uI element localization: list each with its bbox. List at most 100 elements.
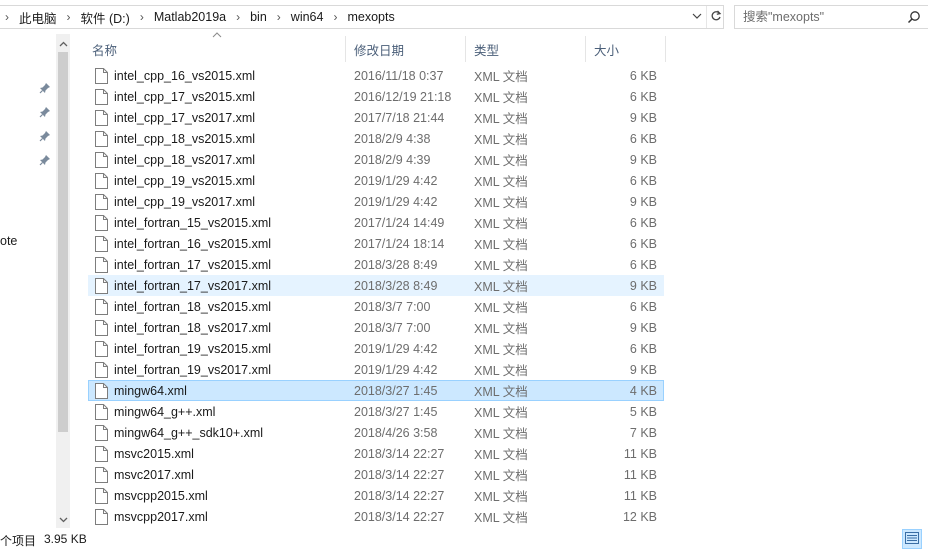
- pin-icon[interactable]: [39, 82, 51, 94]
- file-modified-date: 2018/2/9 4:39: [354, 152, 431, 167]
- file-modified-date: 2018/4/26 3:58: [354, 425, 438, 440]
- file-type: XML 文档: [474, 364, 528, 378]
- address-history-dropdown[interactable]: [688, 6, 706, 28]
- breadcrumb-item[interactable]: mexopts: [342, 6, 399, 28]
- file-name: intel_fortran_15_vs2015.xml: [114, 215, 272, 230]
- file-modified-date: 2019/1/29 4:42: [354, 194, 438, 209]
- breadcrumb-separator-icon[interactable]: ›: [0, 6, 14, 28]
- search-input[interactable]: [735, 7, 905, 27]
- file-type: XML 文档: [474, 490, 528, 504]
- column-header-name[interactable]: 名称: [84, 36, 346, 62]
- file-type: XML 文档: [474, 385, 528, 399]
- document-icon: [95, 320, 108, 336]
- breadcrumb-item[interactable]: 此电脑: [14, 6, 62, 28]
- pin-icon[interactable]: [39, 154, 51, 166]
- file-row[interactable]: intel_cpp_18_vs2015.xml 2018/2/9 4:38 XML …: [88, 128, 664, 149]
- file-row[interactable]: intel_fortran_19_vs2017.xml 2019/1/29 4:4…: [88, 359, 664, 380]
- file-row[interactable]: intel_fortran_16_vs2015.xml 2017/1/24 18:…: [88, 233, 664, 254]
- file-type: XML 文档: [474, 133, 528, 147]
- file-row[interactable]: intel_fortran_17_vs2017.xml 2018/3/28 8:4…: [88, 275, 664, 296]
- file-row[interactable]: intel_fortran_17_vs2015.xml 2018/3/28 8:4…: [88, 254, 664, 275]
- search-icon[interactable]: [907, 10, 921, 24]
- file-row[interactable]: intel_cpp_16_vs2015.xml 2016/11/18 0:37 XM…: [88, 65, 664, 86]
- breadcrumb-item[interactable]: 软件 (D:): [76, 6, 135, 28]
- breadcrumb-item[interactable]: bin: [245, 6, 272, 28]
- file-size: 6 KB: [629, 341, 657, 356]
- file-size: 6 KB: [629, 89, 657, 104]
- file-type: XML 文档: [474, 259, 528, 273]
- file-row[interactable]: intel_fortran_19_vs2015.xml 2019/1/29 4:4…: [88, 338, 664, 359]
- file-size: 9 KB: [629, 194, 657, 209]
- file-row[interactable]: msvc2015.xml 2018/3/14 22:27 XML 文档 11 KB: [88, 443, 664, 464]
- file-modified-date: 2018/3/14 22:27: [354, 446, 445, 461]
- file-row[interactable]: intel_cpp_19_vs2015.xml 2019/1/29 4:42 XML…: [88, 170, 664, 191]
- file-type: XML 文档: [474, 511, 528, 525]
- file-size: 9 KB: [629, 278, 657, 293]
- breadcrumb-item[interactable]: Matlab2019a: [149, 6, 231, 28]
- search-box: [734, 5, 928, 29]
- breadcrumb-separator-icon[interactable]: ›: [328, 6, 342, 28]
- file-size: 6 KB: [629, 236, 657, 251]
- file-row[interactable]: mingw64_g++_sdk10+.xml 2018/4/26 3:58 XML …: [88, 422, 664, 443]
- file-name: mingw64.xml: [114, 383, 187, 398]
- file-size: 12 KB: [622, 509, 657, 524]
- nav-pane-scrollbar[interactable]: [56, 34, 70, 528]
- scroll-up-arrow[interactable]: [56, 36, 70, 52]
- breadcrumb-separator-icon[interactable]: ›: [62, 6, 76, 28]
- file-type: XML 文档: [474, 91, 528, 105]
- file-modified-date: 2018/2/9 4:38: [354, 131, 431, 146]
- column-header-type[interactable]: 类型: [466, 36, 586, 62]
- column-headers: 名称 修改日期 类型 大小: [84, 32, 668, 62]
- file-row[interactable]: msvcpp2015.xml 2018/3/14 22:27 XML 文档 11 KB: [88, 485, 664, 506]
- file-row[interactable]: intel_fortran_18_vs2017.xml 2018/3/7 7:00…: [88, 317, 664, 338]
- file-row[interactable]: msvcpp2017.xml 2018/3/14 22:27 XML 文档 12 KB: [88, 506, 664, 527]
- breadcrumb-separator-icon[interactable]: ›: [135, 6, 149, 28]
- file-row[interactable]: msvc2017.xml 2018/3/14 22:27 XML 文档 11 KB: [88, 464, 664, 485]
- file-row[interactable]: intel_fortran_15_vs2015.xml 2017/1/24 14:…: [88, 212, 664, 233]
- refresh-button[interactable]: [706, 6, 724, 28]
- scroll-down-arrow[interactable]: [56, 512, 70, 528]
- file-type: XML 文档: [474, 406, 528, 420]
- file-modified-date: 2018/3/14 22:27: [354, 488, 445, 503]
- file-row[interactable]: intel_fortran_18_vs2015.xml 2018/3/7 7:00…: [88, 296, 664, 317]
- file-row[interactable]: intel_cpp_18_vs2017.xml 2018/2/9 4:39 XML …: [88, 149, 664, 170]
- refresh-icon: [710, 9, 722, 25]
- document-icon: [95, 509, 108, 525]
- file-row[interactable]: intel_cpp_17_vs2017.xml 2017/7/18 21:44 XM…: [88, 107, 664, 128]
- nav-item-label[interactable]: ote: [0, 234, 17, 248]
- document-icon: [95, 68, 108, 84]
- file-row[interactable]: intel_cpp_19_vs2017.xml 2019/1/29 4:42 XML…: [88, 191, 664, 212]
- chevron-down-icon: [692, 10, 702, 24]
- document-icon: [95, 362, 108, 378]
- large-icons-view-button[interactable]: [922, 529, 928, 549]
- file-size: 4 KB: [629, 383, 657, 398]
- scroll-thumb[interactable]: [58, 52, 68, 432]
- file-modified-date: 2019/1/29 4:42: [354, 173, 438, 188]
- file-name: intel_fortran_17_vs2017.xml: [114, 278, 272, 293]
- file-row[interactable]: mingw64.xml 2018/3/27 1:45 XML 文档 4 KB: [88, 380, 664, 401]
- file-type: XML 文档: [474, 217, 528, 231]
- file-modified-date: 2018/3/27 1:45: [354, 404, 438, 419]
- file-name: intel_cpp_19_vs2015.xml: [114, 173, 256, 188]
- file-size: 11 KB: [623, 446, 657, 461]
- breadcrumb-separator-icon[interactable]: ›: [231, 6, 245, 28]
- breadcrumb: › 此电脑 › 软件 (D:) › Matlab2019a › bin › win64 › mexop…: [0, 6, 400, 28]
- column-header-date[interactable]: 修改日期: [346, 36, 466, 62]
- column-header-size[interactable]: 大小: [586, 36, 666, 62]
- file-name: intel_fortran_19_vs2015.xml: [114, 341, 272, 356]
- details-view-button[interactable]: [902, 529, 922, 549]
- file-modified-date: 2017/1/24 14:49: [354, 215, 445, 230]
- address-bar[interactable]: › 此电脑 › 软件 (D:) › Matlab2019a › bin › win64 › mexop…: [0, 5, 724, 29]
- file-size: 5 KB: [629, 404, 657, 419]
- pin-icon[interactable]: [39, 130, 51, 142]
- breadcrumb-item[interactable]: win64: [286, 6, 329, 28]
- column-header-name-label: 名称: [92, 43, 118, 58]
- column-header-size-label: 大小: [594, 43, 620, 58]
- breadcrumb-separator-icon[interactable]: ›: [272, 6, 286, 28]
- file-type: XML 文档: [474, 427, 528, 441]
- pin-icon[interactable]: [39, 106, 51, 118]
- file-row[interactable]: mingw64_g++.xml 2018/3/27 1:45 XML 文档 5 KB: [88, 401, 664, 422]
- file-modified-date: 2018/3/28 8:49: [354, 278, 438, 293]
- file-row[interactable]: intel_cpp_17_vs2015.xml 2016/12/19 21:18 X…: [88, 86, 664, 107]
- column-header-type-label: 类型: [474, 43, 500, 58]
